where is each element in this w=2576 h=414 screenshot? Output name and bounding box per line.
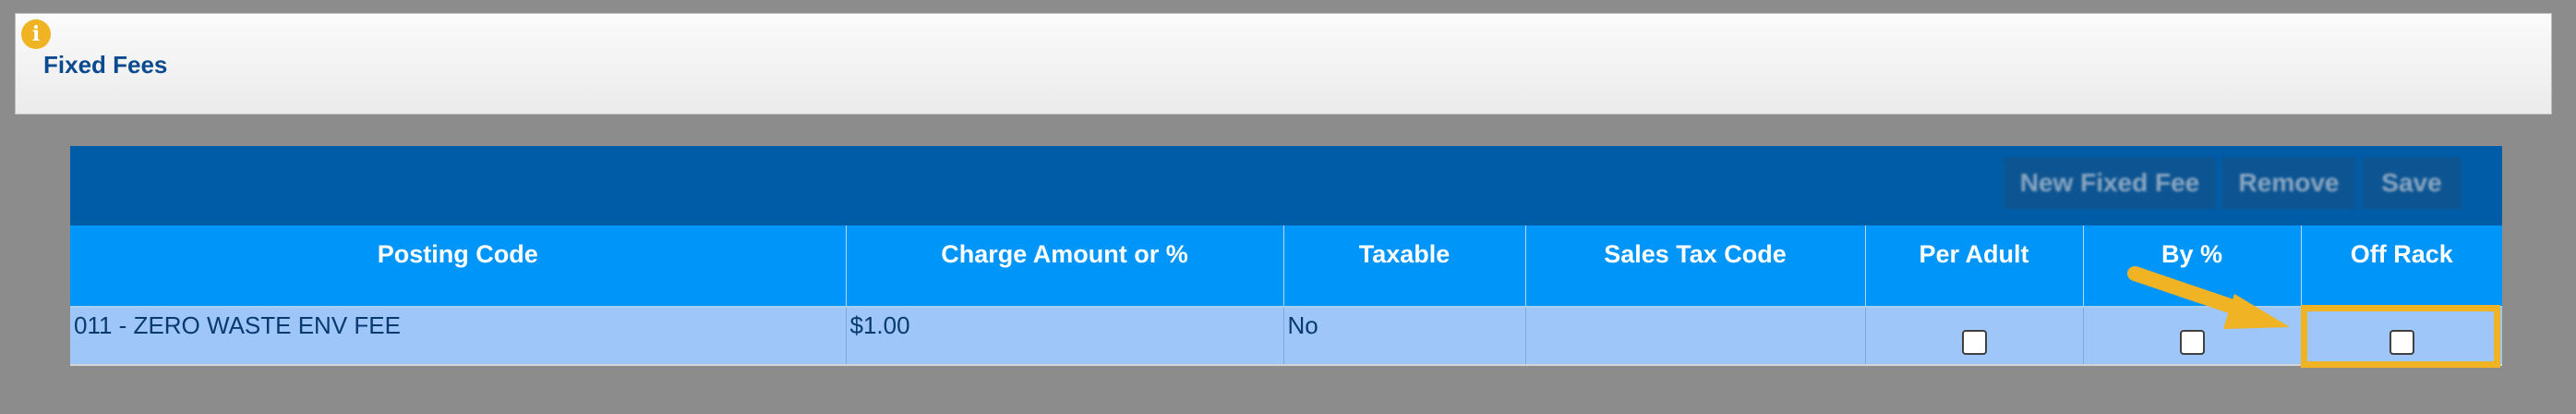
pointer-arrow-icon [2127,266,2290,329]
